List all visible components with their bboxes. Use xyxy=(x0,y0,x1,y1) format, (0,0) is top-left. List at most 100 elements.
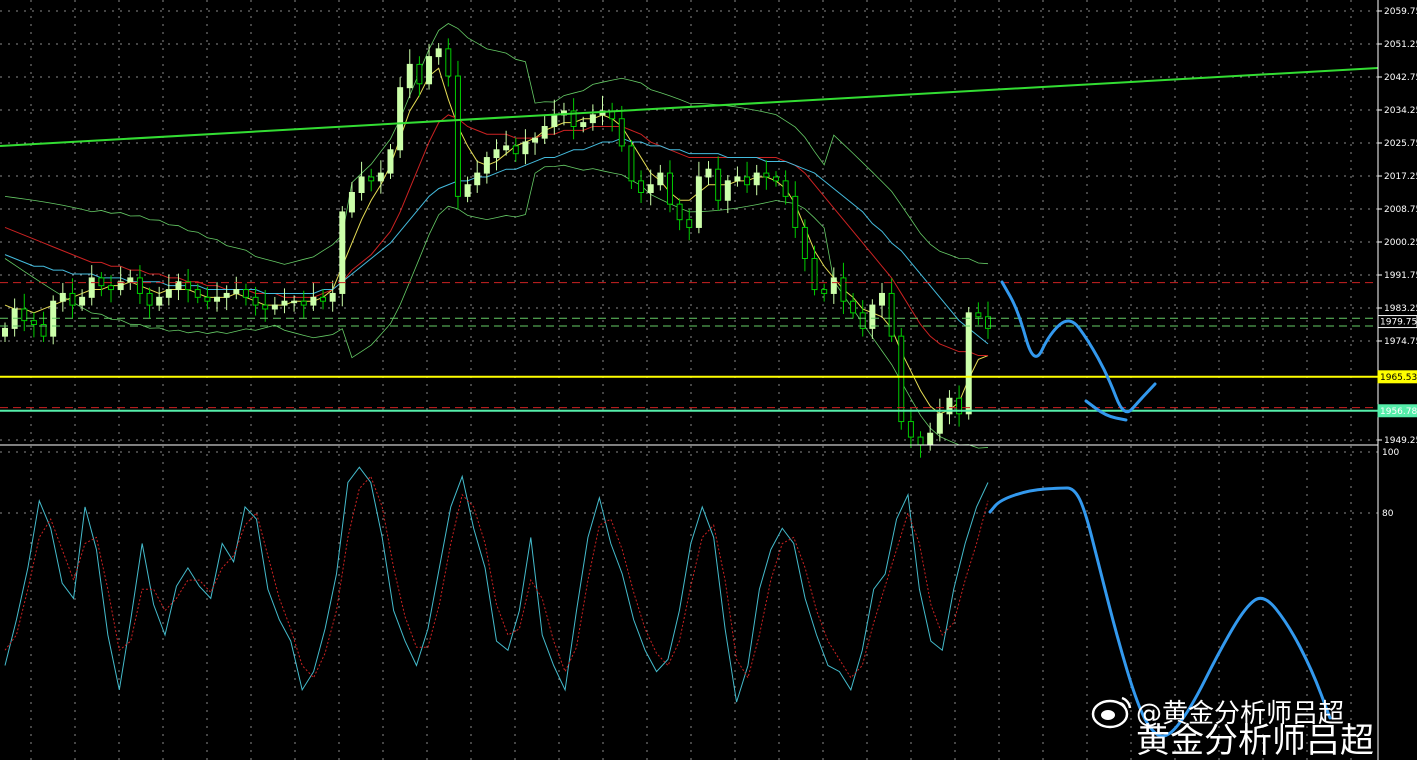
candle-body xyxy=(368,176,375,182)
price-axis-label: 2008.75 xyxy=(1384,205,1417,215)
candle-body xyxy=(580,122,587,127)
chart-background xyxy=(0,0,1417,760)
candle-body xyxy=(792,195,799,228)
candle-body xyxy=(753,172,760,186)
candle-body xyxy=(271,304,278,310)
candle-body xyxy=(146,292,153,306)
candle-body xyxy=(869,304,876,329)
candle-body xyxy=(898,335,905,423)
candle-body xyxy=(242,289,249,298)
candle-body xyxy=(310,296,317,306)
candle-body xyxy=(30,320,37,325)
candle-body xyxy=(348,192,355,213)
candle-body xyxy=(657,172,664,186)
candle-body xyxy=(638,180,645,193)
candle-body xyxy=(483,157,490,174)
candle-body xyxy=(204,296,211,302)
candle-body xyxy=(744,176,751,186)
candle-body xyxy=(416,63,423,85)
candle-body xyxy=(300,300,307,306)
candle-body xyxy=(705,168,712,178)
candle-body xyxy=(878,292,885,306)
candle-body xyxy=(830,277,837,294)
candle-body xyxy=(108,285,115,291)
support-yellow-tag-label: 1965.53 xyxy=(1380,373,1417,383)
candle-body xyxy=(136,277,143,294)
candle-body xyxy=(59,292,66,302)
candle-body xyxy=(464,184,471,197)
candle-body xyxy=(522,141,529,155)
candle-body xyxy=(551,114,558,128)
price-axis-label: 2059.75 xyxy=(1384,7,1417,17)
price-axis-label: 1983.25 xyxy=(1384,304,1417,314)
candle-body xyxy=(426,56,433,85)
candle-body xyxy=(262,304,269,310)
trading-chart[interactable]: 2059.75 2051.25 2042.75 2034.25 2025.75 2017.… xyxy=(0,0,1417,760)
candle-body xyxy=(628,145,635,182)
candle-body xyxy=(474,172,481,186)
price-axis-label: 1949.25 xyxy=(1384,436,1417,446)
price-axis-label: 2051.25 xyxy=(1384,40,1417,50)
oscillator-axis-label: 100 xyxy=(1382,448,1399,458)
price-axis-label: 2025.75 xyxy=(1384,139,1417,149)
candle-body xyxy=(927,432,934,446)
candle-body xyxy=(666,172,673,205)
candle-body xyxy=(281,300,288,306)
candle-body xyxy=(2,327,8,337)
candle-body xyxy=(387,149,394,174)
candle-body xyxy=(763,172,770,178)
candle-body xyxy=(358,176,365,193)
candle-body xyxy=(647,184,654,193)
candle-body xyxy=(821,289,828,294)
candle-body xyxy=(512,145,519,155)
candle-body xyxy=(252,296,259,306)
candle-body xyxy=(165,289,172,298)
candle-body xyxy=(435,48,442,58)
candle-body xyxy=(69,292,76,306)
candle-body xyxy=(377,172,384,182)
candle-body xyxy=(676,203,683,221)
candle-body xyxy=(715,168,722,201)
price-axis-label: 1991.75 xyxy=(1384,271,1417,281)
support-green-tag-label: 1956.78 xyxy=(1380,407,1417,417)
candle-body xyxy=(589,114,596,124)
price-axis-label: 2034.25 xyxy=(1384,106,1417,116)
candle-body xyxy=(127,277,134,283)
candle-body xyxy=(936,413,943,434)
candle-body xyxy=(734,176,741,182)
candle-body xyxy=(339,211,346,294)
candle-body xyxy=(156,296,163,306)
candle-body xyxy=(329,292,336,302)
candle-body xyxy=(907,421,914,438)
candle-body xyxy=(406,63,413,89)
candle-body xyxy=(194,289,201,298)
watermark: @黄金分析师吕超 黄金分析师吕超 xyxy=(1091,696,1374,760)
candle-body xyxy=(541,126,548,139)
candle-body xyxy=(291,300,298,304)
candle-body xyxy=(618,118,625,147)
candle-body xyxy=(79,296,86,306)
candle-body xyxy=(214,296,221,302)
candle-body xyxy=(454,75,461,197)
watermark-title: 黄金分析师吕超 xyxy=(1136,721,1374,760)
candle-body xyxy=(88,277,95,298)
price-axis-label: 2000.25 xyxy=(1384,238,1417,248)
current-price-tag-label: 1979.75 xyxy=(1380,318,1417,328)
candle-body xyxy=(532,137,539,143)
candle-body xyxy=(772,176,779,182)
price-axis-label: 1974.75 xyxy=(1384,337,1417,347)
candle-body xyxy=(782,180,789,197)
candle-body xyxy=(850,300,857,314)
oscillator-axis-label: 80 xyxy=(1382,509,1394,519)
candle-body xyxy=(493,149,500,159)
candle-body xyxy=(686,219,693,228)
candle-body xyxy=(965,312,972,415)
candle-body xyxy=(98,277,105,287)
candle-body xyxy=(801,226,808,259)
candle-body xyxy=(840,277,847,302)
candle-body xyxy=(445,48,452,77)
candle-body xyxy=(223,292,230,298)
candle-body xyxy=(320,296,327,302)
candle-body xyxy=(917,436,924,446)
price-axis-label: 2042.75 xyxy=(1384,73,1417,83)
